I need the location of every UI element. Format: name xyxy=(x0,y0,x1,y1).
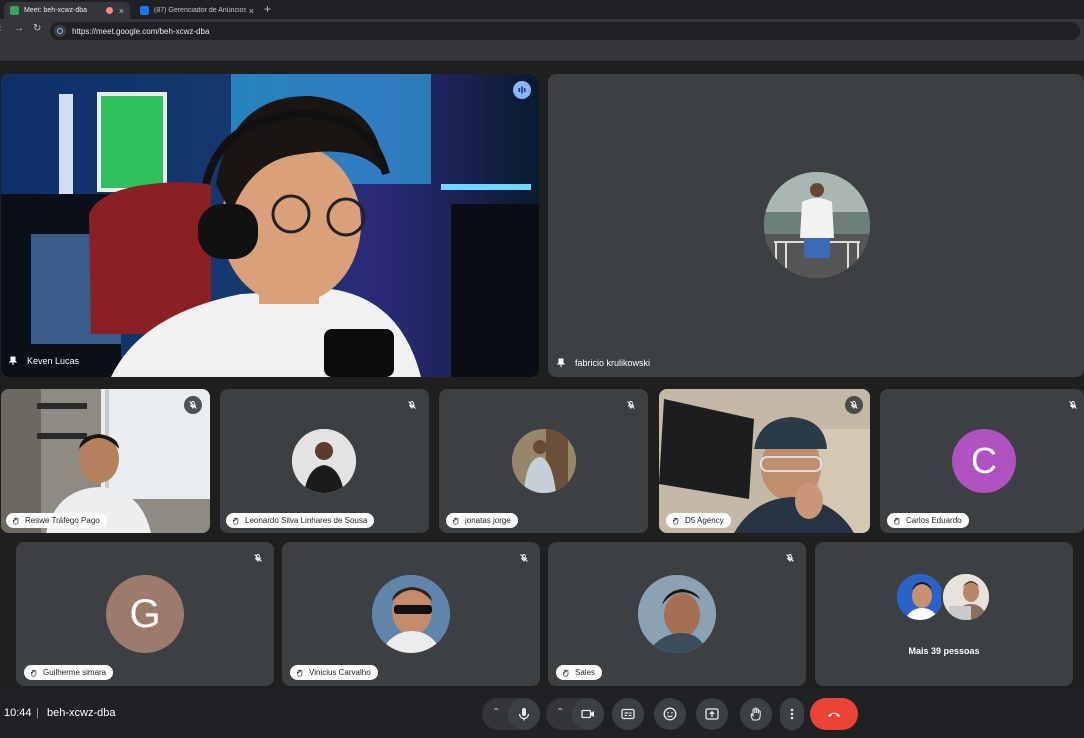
participant-tile-guilherme[interactable]: G Guilherme simara xyxy=(16,542,274,686)
participant-name-tag: Sales xyxy=(556,665,603,680)
close-tab-icon[interactable]: × xyxy=(119,6,124,16)
participant-tile-keven-lucas[interactable]: Keven Lucas xyxy=(1,74,539,377)
participant-name-tag: Reswe Tráfego Pago xyxy=(6,513,107,528)
tab-title: Meet: beh-xcwz-dba xyxy=(24,7,88,14)
avatar: C xyxy=(952,429,1016,493)
muted-indicator-icon xyxy=(1064,396,1082,414)
captions-button[interactable] xyxy=(612,698,644,730)
more-vert-icon xyxy=(790,708,794,720)
speaking-indicator-icon xyxy=(513,81,531,99)
video-feed xyxy=(659,389,870,533)
browser-tab-bar: Meet: beh-xcwz-dba × (87) Gerenciador de… xyxy=(0,0,1084,19)
leave-call-button[interactable] xyxy=(810,698,858,730)
more-participants-tile[interactable]: Mais 39 pessoas xyxy=(815,542,1073,686)
hand-icon xyxy=(297,669,303,677)
participant-tile-carlos-eduardo[interactable]: C Carlos Eduardo xyxy=(880,389,1084,533)
site-info-icon[interactable] xyxy=(54,25,66,37)
hand-icon xyxy=(563,669,569,677)
participant-name-tag: D5 Agency xyxy=(666,513,731,528)
participant-name-tag: Guilherme simara xyxy=(24,665,114,680)
meeting-controls-bar: 10:44 | beh-xcwz-dba ⌃ ⌃ xyxy=(0,690,1084,738)
raise-hand-icon xyxy=(750,707,761,721)
muted-indicator-icon xyxy=(781,549,799,567)
emoji-icon xyxy=(663,707,677,721)
muted-indicator-icon xyxy=(845,396,863,414)
participant-name: Keven Lucas xyxy=(8,356,79,366)
avatar xyxy=(512,429,576,493)
reactions-button[interactable] xyxy=(654,698,686,730)
hand-icon xyxy=(233,517,239,525)
participant-tile-fabricio-krulikowski[interactable]: fabricio krulikowski xyxy=(548,74,1084,377)
video-feed xyxy=(1,74,539,377)
participant-tile-jonatas[interactable]: jonatas jorge xyxy=(439,389,648,533)
hand-icon xyxy=(453,517,459,525)
present-screen-icon xyxy=(705,708,719,720)
clock: 10:44 xyxy=(4,707,32,719)
muted-indicator-icon xyxy=(622,396,640,414)
hand-icon xyxy=(673,517,679,525)
meeting-code: beh-xcwz-dba xyxy=(47,707,116,719)
pin-icon[interactable] xyxy=(556,358,566,368)
raise-hand-button[interactable] xyxy=(740,698,772,730)
meta-favicon-icon xyxy=(140,6,149,15)
close-tab-icon[interactable]: × xyxy=(249,6,254,16)
avatar: G xyxy=(106,575,184,653)
participant-name-tag: Leonardo Silva Linhares de Sousa xyxy=(226,513,375,528)
more-participants-label: Mais 39 pessoas xyxy=(908,646,980,656)
microphone-icon xyxy=(518,708,530,721)
address-bar-row: ‹ → ↻ https://meet.google.com/beh-xcwz-d… xyxy=(0,19,1084,43)
microphone-button[interactable] xyxy=(508,698,540,730)
present-screen-button[interactable] xyxy=(696,698,728,730)
reload-icon[interactable]: ↻ xyxy=(33,23,41,34)
avatar xyxy=(941,572,991,622)
hand-icon xyxy=(31,669,37,677)
tab-ads-manager[interactable]: (87) Gerenciador de Anúncios × xyxy=(134,2,260,19)
url-input[interactable]: https://meet.google.com/beh-xcwz-dba xyxy=(50,22,1080,40)
participant-name-tag: Vinicius Carvalho xyxy=(290,665,378,680)
more-options-button[interactable] xyxy=(780,698,804,730)
tab-title: (87) Gerenciador de Anúncios xyxy=(154,7,246,14)
bookmarks-bar xyxy=(0,43,1084,61)
mic-options-chevron-icon[interactable]: ⌃ xyxy=(492,707,500,718)
participant-tile-sales[interactable]: Sales xyxy=(548,542,806,686)
muted-indicator-icon xyxy=(515,549,533,567)
muted-indicator-icon xyxy=(184,396,202,414)
avatar xyxy=(764,172,870,278)
hang-up-icon xyxy=(828,712,840,717)
hand-icon xyxy=(894,517,900,525)
camera-icon xyxy=(581,709,594,719)
muted-indicator-icon xyxy=(249,549,267,567)
separator: | xyxy=(36,707,39,719)
captions-icon xyxy=(621,708,635,720)
participant-name-tag: Carlos Eduardo xyxy=(887,513,969,528)
pin-icon[interactable] xyxy=(8,356,18,366)
back-icon[interactable]: ‹ xyxy=(0,23,1,34)
video-feed xyxy=(1,389,210,533)
participant-tile-d5-agency[interactable]: D5 Agency xyxy=(659,389,870,533)
participant-name: fabricio krulikowski xyxy=(556,358,650,368)
participant-name-tag: jonatas jorge xyxy=(446,513,518,528)
avatar xyxy=(895,572,945,622)
avatar xyxy=(372,575,450,653)
hand-icon xyxy=(13,517,19,525)
forward-icon[interactable]: → xyxy=(14,23,24,34)
url-text: https://meet.google.com/beh-xcwz-dba xyxy=(72,26,210,36)
avatar xyxy=(638,575,716,653)
recording-indicator-icon xyxy=(105,7,113,14)
tab-meet[interactable]: Meet: beh-xcwz-dba × xyxy=(4,2,130,19)
meet-favicon-icon xyxy=(10,6,19,15)
avatar xyxy=(292,429,356,493)
participant-tile-vinicius[interactable]: Vinicius Carvalho xyxy=(282,542,540,686)
participant-tile-leonardo[interactable]: Leonardo Silva Linhares de Sousa xyxy=(220,389,429,533)
muted-indicator-icon xyxy=(403,396,421,414)
camera-options-chevron-icon[interactable]: ⌃ xyxy=(556,707,564,718)
new-tab-button[interactable]: + xyxy=(264,2,271,16)
camera-button[interactable] xyxy=(572,698,604,730)
participant-tile-reswe[interactable]: Reswe Tráfego Pago xyxy=(1,389,210,533)
